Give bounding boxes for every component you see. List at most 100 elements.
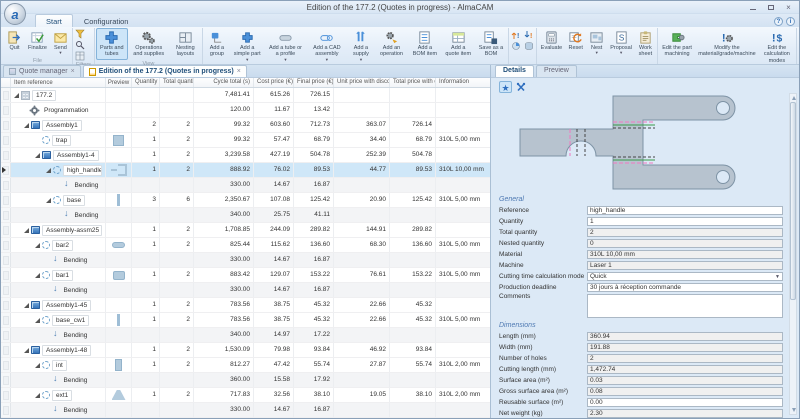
tree-expander-icon[interactable]	[57, 183, 62, 188]
sort-down-button[interactable]: !	[523, 30, 535, 40]
edit-calculation-modes-button[interactable]: !$ Edit the calculation modes	[759, 28, 795, 66]
add-operation-button[interactable]: Add an operation	[375, 28, 409, 60]
item-reference-label[interactable]: bar2	[52, 240, 73, 251]
quantity-cell[interactable]	[132, 403, 160, 417]
db-tool-button[interactable]	[523, 41, 535, 51]
quantity-cell[interactable]: 1	[132, 223, 160, 237]
tree-expander-icon[interactable]	[57, 213, 62, 218]
quantity-cell[interactable]: 1	[132, 313, 160, 327]
tree-expander-icon[interactable]	[14, 93, 19, 98]
header-total-quantity[interactable]: Total quantity	[160, 78, 194, 87]
tree-expander-icon[interactable]	[24, 123, 29, 128]
field-input[interactable]: 30 jours à réception commande	[587, 283, 783, 292]
proposal-button[interactable]: S Proposal	[607, 28, 635, 57]
table-row[interactable]: Bending 330.00 14.67 16.87	[1, 178, 490, 193]
table-row[interactable]: trap 1 2 99.32 57.47 68.79 34.40 68.79 3…	[1, 133, 490, 148]
header-preview[interactable]: Preview	[106, 78, 132, 87]
scrollbar-thumb[interactable]	[790, 102, 796, 300]
header-cycle-total[interactable]: Cycle total (s)	[194, 78, 254, 87]
item-reference-label[interactable]: Bending	[60, 285, 92, 296]
item-reference-label[interactable]: 177.2	[32, 90, 56, 101]
table-row[interactable]: Assembly1-45 1 2 783.56 38.75 45.32 22.6…	[1, 298, 490, 313]
field-input[interactable]: 310L 10,00 mm	[587, 250, 783, 259]
evaluate-button[interactable]: Evaluate	[538, 28, 565, 53]
header-quantity[interactable]: Quantity	[132, 78, 160, 87]
add-cad-assembly-button[interactable]: Add a CAD assembly	[306, 28, 347, 64]
item-reference-label[interactable]: trap	[52, 135, 71, 146]
quantity-cell[interactable]	[132, 103, 160, 117]
scroll-up-icon[interactable]	[792, 96, 796, 100]
field-input[interactable]: 2	[587, 354, 783, 363]
item-reference-label[interactable]: Programmation	[40, 105, 92, 116]
table-row[interactable]: base 3 6 2,350.67 107.08 125.42 20.90 12…	[1, 193, 490, 208]
tree-expander-icon[interactable]	[35, 363, 40, 368]
tools-button[interactable]	[514, 81, 527, 93]
table-row[interactable]: base_cw1 1 2 783.56 38.75 45.32 22.66 45…	[1, 313, 490, 328]
field-input[interactable]: 191.88	[587, 343, 783, 352]
table-row[interactable]: int 1 2 812.27 47.42 55.74 27.87 55.74 3…	[1, 358, 490, 373]
table-row[interactable]: Assembly1 2 2 99.32 603.60 712.73 363.07…	[1, 118, 490, 133]
header-total-price-discount[interactable]: Total price with discount (€)	[390, 78, 436, 87]
add-simple-part-button[interactable]: Add a simple part	[230, 28, 265, 64]
tree-expander-icon[interactable]	[46, 378, 51, 383]
item-reference-label[interactable]: ext1	[52, 390, 72, 401]
item-reference-label[interactable]: base_cw1	[52, 315, 89, 326]
field-input[interactable]: Laser 1	[587, 261, 783, 270]
table-row[interactable]: Assembly-assm25 1 2 1,708.85 244.09 289.…	[1, 223, 490, 238]
save-as-bom-button[interactable]: Save as a BOM	[475, 28, 507, 60]
sort-up-button[interactable]: !	[510, 30, 522, 40]
add-supply-button[interactable]: Add a supply	[347, 28, 374, 64]
tree-expander-icon[interactable]	[46, 333, 51, 338]
quantity-cell[interactable]: 1	[132, 388, 160, 402]
field-input[interactable]: 1	[587, 217, 783, 226]
tree-expander-icon[interactable]	[46, 408, 51, 413]
item-reference-label[interactable]: Bending	[60, 330, 92, 341]
tree-expander-icon[interactable]	[35, 318, 40, 323]
header-information[interactable]: Information	[436, 78, 490, 87]
quantity-cell[interactable]: 1	[132, 268, 160, 282]
tree-expander-icon[interactable]	[46, 198, 51, 203]
table-row[interactable]: Assembly1-4 1 2 3,239.58 427.19 504.78 2…	[1, 148, 490, 163]
quantity-cell[interactable]	[132, 373, 160, 387]
item-reference-label[interactable]: bar1	[52, 270, 73, 281]
field-input[interactable]: Quick	[587, 272, 783, 281]
table-row[interactable]: bar2 1 2 825.44 115.62 136.60 68.30 136.…	[1, 238, 490, 253]
add-tube-profile-button[interactable]: Add a tube or a profile	[264, 28, 306, 64]
add-bom-item-button[interactable]: Add a BOM item	[408, 28, 441, 60]
close-tab-icon[interactable]: ×	[71, 68, 75, 75]
work-sheet-button[interactable]: Work sheet	[635, 28, 656, 60]
info-icon[interactable]: i	[786, 17, 795, 26]
field-input[interactable]: high_handle	[587, 206, 783, 215]
item-reference-label[interactable]: high_handle	[63, 165, 102, 176]
close-tab-icon[interactable]: ×	[237, 68, 241, 75]
nesting-layouts-button[interactable]: Nesting layouts	[170, 28, 201, 60]
nest-button[interactable]: Nest	[586, 28, 607, 57]
field-input[interactable]: 0.00	[587, 398, 783, 407]
field-input[interactable]: 0.08	[587, 387, 783, 396]
tab-edition-177-2[interactable]: Edition of the 177.2 (Quotes in progress…	[83, 65, 247, 77]
quantity-cell[interactable]	[132, 178, 160, 192]
quantity-cell[interactable]	[132, 328, 160, 342]
header-unit-price-discount[interactable]: Unit price with discount (€)	[334, 78, 390, 87]
table-row[interactable]: high_handle 1 2 888.92 76.02 89.53 44.77…	[1, 163, 490, 178]
add-quote-item-button[interactable]: Add a quote item	[441, 28, 475, 60]
almacam-logo-icon[interactable]: a	[4, 3, 26, 25]
field-input[interactable]: 2.30	[587, 409, 783, 418]
item-reference-label[interactable]: Bending	[71, 210, 103, 221]
filter-grid-button[interactable]	[74, 51, 86, 61]
tree-expander-icon[interactable]	[24, 303, 29, 308]
field-input[interactable]: 1,472.74	[587, 365, 783, 374]
filter-funnel-button[interactable]	[74, 29, 86, 39]
quantity-cell[interactable]: 1	[132, 343, 160, 357]
quantity-cell[interactable]	[132, 88, 160, 102]
tree-expander-icon[interactable]	[46, 168, 51, 173]
field-input[interactable]	[587, 294, 783, 318]
field-input[interactable]: 0	[587, 239, 783, 248]
finalize-button[interactable]: Finalize	[25, 28, 50, 53]
tree-expander-icon[interactable]	[35, 243, 40, 248]
quantity-cell[interactable]	[132, 208, 160, 222]
item-reference-label[interactable]: Bending	[60, 375, 92, 386]
tree-expander-icon[interactable]	[35, 138, 40, 143]
table-row[interactable]: bar1 1 2 883.42 129.07 153.22 76.61 153.…	[1, 268, 490, 283]
field-input[interactable]: 2	[587, 228, 783, 237]
